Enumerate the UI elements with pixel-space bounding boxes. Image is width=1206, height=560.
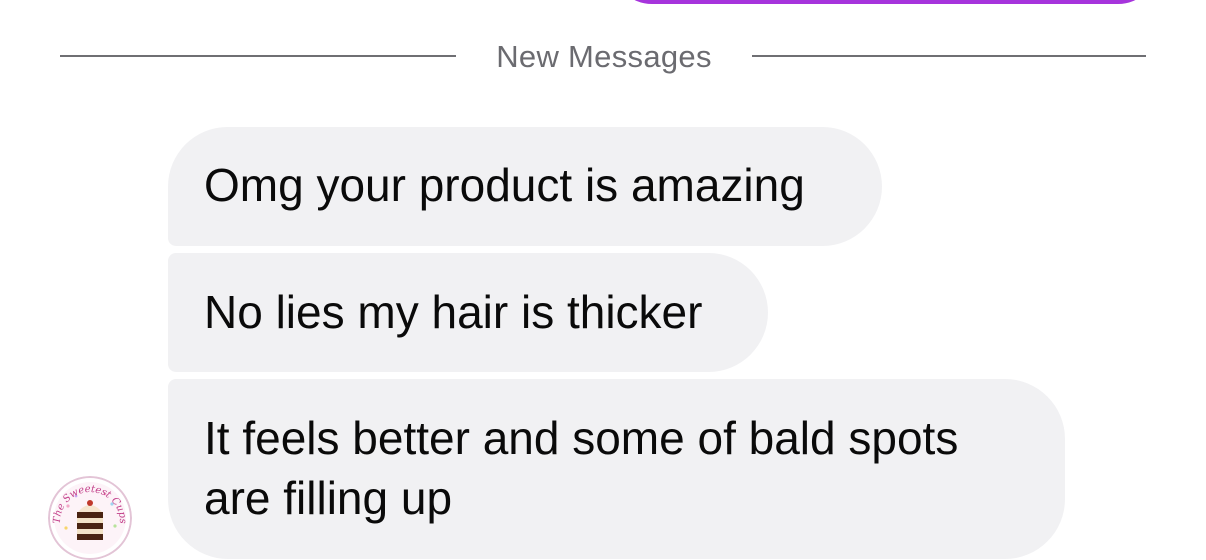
divider-line-right [752, 55, 1146, 57]
cupcake-logo-icon: The Sweetest Cups [48, 476, 132, 560]
sender-avatar[interactable]: The Sweetest Cups [48, 476, 132, 560]
message-text: It feels better and some of bald spots a… [204, 412, 959, 524]
message-text: No lies my hair is thicker [204, 286, 703, 338]
received-message-bubble[interactable]: No lies my hair is thicker [168, 253, 768, 372]
divider-label: New Messages [496, 39, 712, 74]
received-message-bubble[interactable]: It feels better and some of bald spots a… [168, 379, 1065, 559]
sent-message-bubble[interactable] [612, 0, 1158, 4]
received-message-bubble[interactable]: Omg your product is amazing [168, 127, 882, 246]
divider-line-left [60, 55, 456, 57]
message-text: Omg your product is amazing [204, 159, 805, 211]
